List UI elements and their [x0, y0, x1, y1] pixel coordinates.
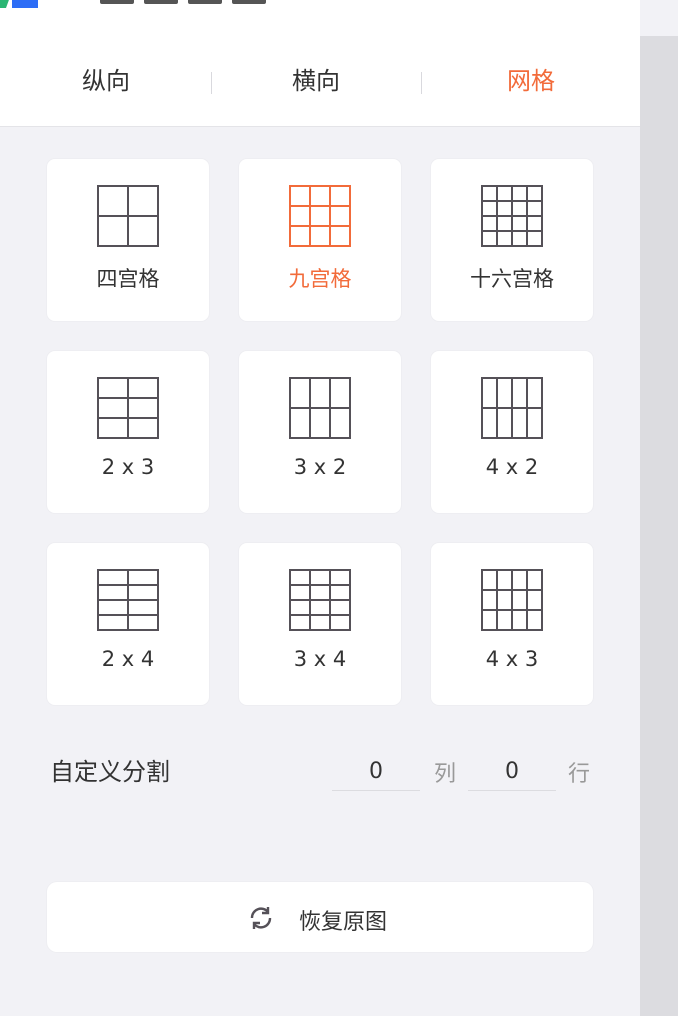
- app-logo: [0, 0, 38, 8]
- app-title-cropped: [100, 0, 266, 6]
- grid-option-label: 十六宫格: [470, 267, 554, 291]
- grid-option-label: 4 x 3: [485, 647, 539, 671]
- grid-option-card[interactable]: 3 x 2: [239, 351, 401, 513]
- grid-layout-icon: [97, 377, 159, 439]
- rows-unit-label: 行: [568, 762, 591, 787]
- app-header: [0, 0, 640, 37]
- tab-grid[interactable]: 网格: [461, 36, 601, 126]
- grid-option-card[interactable]: 2 x 4: [47, 543, 209, 705]
- tab-divider: [421, 72, 422, 94]
- custom-split-label: 自定义分割: [50, 758, 170, 786]
- grid-option-label: 2 x 3: [101, 455, 155, 479]
- refresh-icon: [250, 907, 272, 929]
- tab-landscape[interactable]: 横向: [246, 36, 386, 126]
- grid-layout-icon: [97, 569, 159, 631]
- grid-option-card[interactable]: 十六宫格: [431, 159, 593, 321]
- grid-option-label: 3 x 2: [293, 455, 347, 479]
- grid-layout-icon: [481, 185, 543, 247]
- columns-unit-label: 列: [434, 762, 457, 787]
- custom-columns-input[interactable]: [332, 752, 420, 791]
- restore-original-button[interactable]: 恢复原图: [47, 882, 593, 952]
- grid-option-label: 四宫格: [96, 267, 160, 291]
- tab-divider: [211, 72, 212, 94]
- grid-option-card[interactable]: 2 x 3: [47, 351, 209, 513]
- custom-rows-input[interactable]: [468, 752, 556, 791]
- grid-option-card[interactable]: 4 x 2: [431, 351, 593, 513]
- grid-layout-icon: [481, 377, 543, 439]
- grid-option-card[interactable]: 3 x 4: [239, 543, 401, 705]
- orientation-tabs: 纵向 横向 网格: [0, 36, 640, 127]
- grid-layout-icon: [289, 569, 351, 631]
- grid-option-card[interactable]: 4 x 3: [431, 543, 593, 705]
- restore-label: 恢复原图: [299, 910, 388, 935]
- grid-layout-icon: [289, 377, 351, 439]
- grid-option-label: 九宫格: [288, 267, 352, 291]
- grid-option-label: 4 x 2: [485, 455, 539, 479]
- grid-option-card[interactable]: 四宫格: [47, 159, 209, 321]
- grid-layout-icon: [97, 185, 159, 247]
- grid-layout-icon: [481, 569, 543, 631]
- grid-option-label: 3 x 4: [293, 647, 347, 671]
- grid-option-card[interactable]: 九宫格: [239, 159, 401, 321]
- scrollbar-track[interactable]: [640, 36, 678, 1016]
- grid-option-label: 2 x 4: [101, 647, 155, 671]
- tab-portrait[interactable]: 纵向: [36, 36, 176, 126]
- grid-layout-icon: [289, 185, 351, 247]
